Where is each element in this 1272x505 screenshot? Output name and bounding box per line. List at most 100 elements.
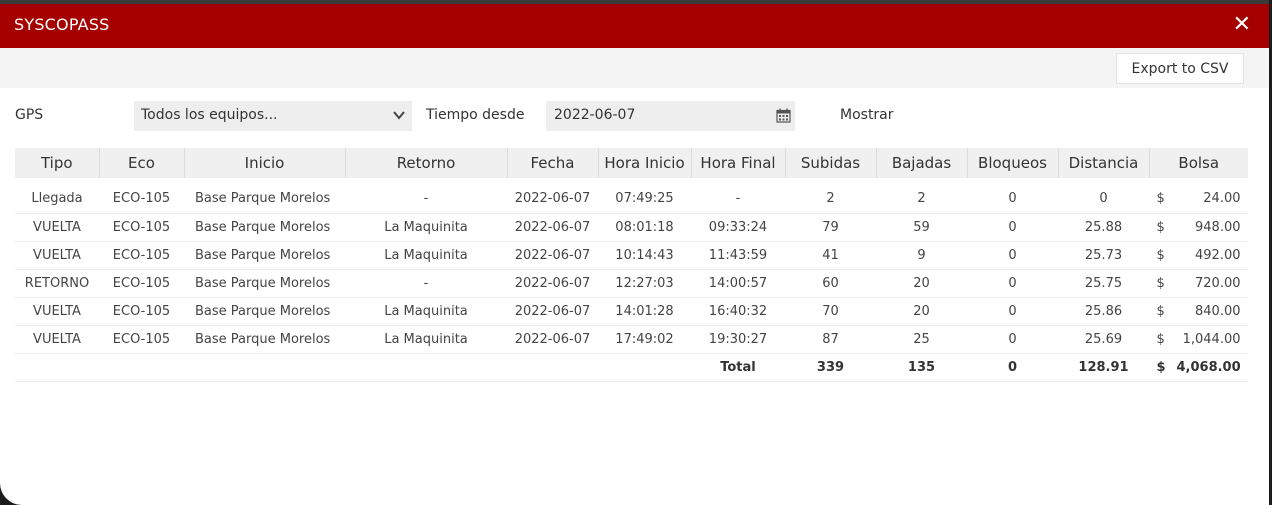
cell-inicio: Base Parque Morelos xyxy=(184,269,345,298)
cell-hora-final: - xyxy=(691,185,785,214)
cell-bajadas: 59 xyxy=(876,213,967,242)
cell-distancia: 25.88 xyxy=(1058,213,1149,242)
gps-label: GPS xyxy=(15,107,44,123)
trips-table: Tipo Eco Inicio Retorno Fecha Hora Inici… xyxy=(15,148,1248,382)
table-row[interactable]: VUELTA ECO-105 Base Parque Morelos La Ma… xyxy=(15,213,1248,242)
cell-fecha: 2022-06-07 xyxy=(507,325,598,354)
gps-select[interactable]: Todos los equipos... xyxy=(134,101,412,131)
totals-blank xyxy=(15,353,691,382)
table-row[interactable]: Llegada ECO-105 Base Parque Morelos - 20… xyxy=(15,185,1248,214)
col-header-eco[interactable]: Eco xyxy=(99,148,185,178)
table-row[interactable]: VUELTA ECO-105 Base Parque Morelos La Ma… xyxy=(15,325,1248,354)
toolbar: Export to CSV xyxy=(0,48,1269,88)
cell-retorno: - xyxy=(345,269,507,298)
totals-label: Total xyxy=(691,353,785,382)
table-spacer xyxy=(15,178,1248,185)
cell-hora-final: 11:43:59 xyxy=(691,241,785,270)
bolsa-amount: 948.00 xyxy=(1195,219,1241,235)
cell-inicio: Base Parque Morelos xyxy=(184,241,345,270)
cell-bloqueos: 0 xyxy=(967,241,1058,270)
cell-hora-final: 19:30:27 xyxy=(691,325,785,354)
table-header-row: Tipo Eco Inicio Retorno Fecha Hora Inici… xyxy=(15,148,1248,178)
total-bolsa: $4,068.00 xyxy=(1149,353,1248,382)
currency-symbol: $ xyxy=(1156,359,1166,375)
col-header-retorno[interactable]: Retorno xyxy=(345,148,508,178)
bolsa-amount: 492.00 xyxy=(1195,247,1241,263)
cell-distancia: 25.75 xyxy=(1058,269,1149,298)
total-subidas: 339 xyxy=(785,353,876,382)
cell-eco: ECO-105 xyxy=(99,297,184,326)
total-bloqueos: 0 xyxy=(967,353,1058,382)
col-header-hora-final[interactable]: Hora Final xyxy=(691,148,786,178)
mostrar-button[interactable]: Mostrar xyxy=(840,107,894,123)
cell-inicio: Base Parque Morelos xyxy=(184,325,345,354)
cell-fecha: 2022-06-07 xyxy=(507,297,598,326)
cell-bajadas: 20 xyxy=(876,297,967,326)
col-header-tipo[interactable]: Tipo xyxy=(15,148,100,178)
cell-hora-inicio: 12:27:03 xyxy=(598,269,691,298)
cell-eco: ECO-105 xyxy=(99,241,184,270)
cell-hora-inicio: 10:14:43 xyxy=(598,241,691,270)
col-header-hora-inicio[interactable]: Hora Inicio xyxy=(598,148,692,178)
currency-symbol: $ xyxy=(1156,191,1165,207)
cell-bajadas: 20 xyxy=(876,269,967,298)
cell-bloqueos: 0 xyxy=(967,325,1058,354)
col-header-bajadas[interactable]: Bajadas xyxy=(876,148,968,178)
cell-hora-inicio: 17:49:02 xyxy=(598,325,691,354)
bolsa-amount: 840.00 xyxy=(1195,303,1241,319)
cell-retorno: La Maquinita xyxy=(345,325,507,354)
cell-subidas: 70 xyxy=(785,297,876,326)
cell-eco: ECO-105 xyxy=(99,185,184,214)
col-header-bloqueos[interactable]: Bloqueos xyxy=(967,148,1059,178)
currency-symbol: $ xyxy=(1156,303,1165,319)
currency-symbol: $ xyxy=(1156,247,1165,263)
cell-retorno: La Maquinita xyxy=(345,241,507,270)
cell-hora-inicio: 08:01:18 xyxy=(598,213,691,242)
table-row[interactable]: RETORNO ECO-105 Base Parque Morelos - 20… xyxy=(15,269,1248,298)
window-title: SYSCOPASS xyxy=(14,15,110,34)
total-distancia: 128.91 xyxy=(1058,353,1149,382)
cell-hora-inicio: 14:01:28 xyxy=(598,297,691,326)
cell-hora-final: 14:00:57 xyxy=(691,269,785,298)
total-bolsa-amount: 4,068.00 xyxy=(1176,359,1241,375)
cell-retorno: La Maquinita xyxy=(345,297,507,326)
cell-tipo: Llegada xyxy=(15,185,99,214)
date-field[interactable]: 2022-06-07 xyxy=(546,101,795,131)
totals-row: Total 339 135 0 128.91 $4,068.00 xyxy=(15,353,1248,382)
cell-bolsa: $948.00 xyxy=(1149,213,1248,242)
table-row[interactable]: VUELTA ECO-105 Base Parque Morelos La Ma… xyxy=(15,297,1248,326)
bolsa-amount: 1,044.00 xyxy=(1182,331,1241,347)
cell-bolsa: $492.00 xyxy=(1149,241,1248,270)
cell-fecha: 2022-06-07 xyxy=(507,185,598,214)
table-row[interactable]: VUELTA ECO-105 Base Parque Morelos La Ma… xyxy=(15,241,1248,270)
cell-bolsa: $840.00 xyxy=(1149,297,1248,326)
date-field-value: 2022-06-07 xyxy=(554,107,636,123)
cell-bajadas: 9 xyxy=(876,241,967,270)
cell-tipo: VUELTA xyxy=(15,213,99,242)
calendar-icon[interactable] xyxy=(776,108,791,123)
chevron-down-icon xyxy=(393,111,405,120)
cell-tipo: RETORNO xyxy=(15,269,99,298)
cell-bolsa: $24.00 xyxy=(1149,185,1248,214)
col-header-subidas[interactable]: Subidas xyxy=(785,148,877,178)
col-header-fecha[interactable]: Fecha xyxy=(507,148,599,178)
cell-tipo: VUELTA xyxy=(15,325,99,354)
syscopass-window: SYSCOPASS ✕ Export to CSV GPS Todos los … xyxy=(0,0,1269,505)
cell-distancia: 25.86 xyxy=(1058,297,1149,326)
close-icon[interactable]: ✕ xyxy=(1233,12,1251,38)
cell-fecha: 2022-06-07 xyxy=(507,241,598,270)
col-header-bolsa[interactable]: Bolsa xyxy=(1149,148,1248,178)
cell-eco: ECO-105 xyxy=(99,213,184,242)
cell-distancia: 25.73 xyxy=(1058,241,1149,270)
export-csv-button[interactable]: Export to CSV xyxy=(1116,53,1244,84)
cell-bajadas: 2 xyxy=(876,185,967,214)
cell-hora-inicio: 07:49:25 xyxy=(598,185,691,214)
cell-eco: ECO-105 xyxy=(99,269,184,298)
cell-bajadas: 25 xyxy=(876,325,967,354)
col-header-inicio[interactable]: Inicio xyxy=(184,148,346,178)
cell-bloqueos: 0 xyxy=(967,185,1058,214)
cell-retorno: - xyxy=(345,185,507,214)
col-header-distancia[interactable]: Distancia xyxy=(1058,148,1150,178)
cell-bolsa: $1,044.00 xyxy=(1149,325,1248,354)
bolsa-amount: 720.00 xyxy=(1195,275,1241,291)
